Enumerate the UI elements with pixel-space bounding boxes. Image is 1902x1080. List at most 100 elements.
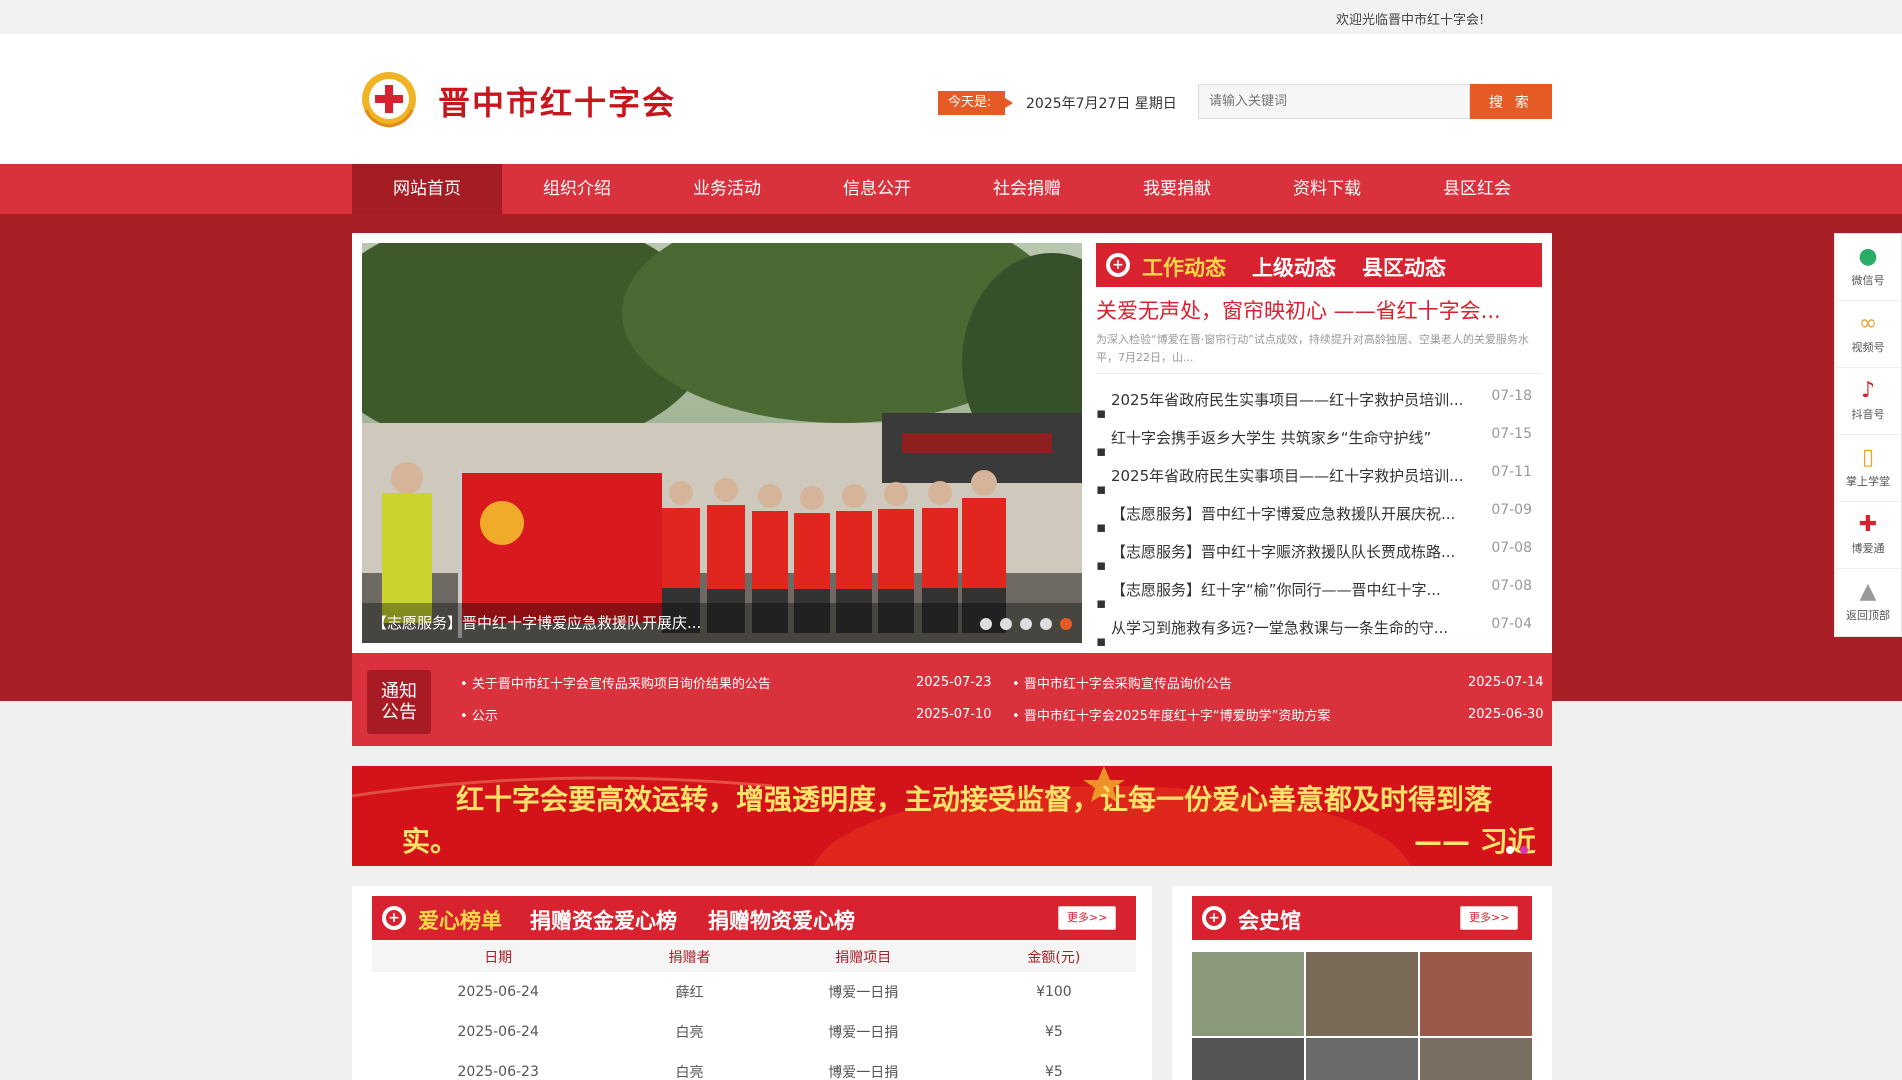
- more-button[interactable]: 更多>>: [1058, 906, 1117, 930]
- slider-dot[interactable]: [1040, 618, 1052, 630]
- news-title[interactable]: 红十字会携手返乡大学生 共筑家乡“生命守护线”: [1111, 420, 1491, 456]
- banner-dot-active[interactable]: [1520, 846, 1528, 854]
- table-cell: 白亮: [675, 1065, 704, 1080]
- history-photo[interactable]: [1192, 952, 1304, 1036]
- notice-date: 2025-07-10: [916, 707, 992, 722]
- donation-panel: 爱心榜单 捐赠资金爱心榜 捐赠物资爱心榜 更多>> 日期 捐赠者 捐赠项目 金额…: [352, 886, 1152, 1080]
- news-title[interactable]: 2025年省政府民生实事项目——红十字救护员培训...: [1111, 382, 1491, 418]
- nav-item-donate-now[interactable]: 我要捐献: [1102, 164, 1252, 214]
- header: 晋中市红十字会 今天是: 2025年7月27日 星期日 搜 索: [0, 34, 1902, 164]
- news-date: 07-04: [1491, 616, 1532, 632]
- news-date: 07-11: [1491, 464, 1532, 480]
- top-bar: 欢迎光临晋中市红十字会!: [0, 0, 1902, 34]
- slider-caption[interactable]: 【志愿服务】晋中红十字博爱应急救援队开展庆...: [372, 612, 701, 633]
- welcome-text: 欢迎光临晋中市红十字会!: [1336, 13, 1485, 28]
- news-title[interactable]: 【志愿服务】红十字“榆”你同行——晋中红十字...: [1111, 572, 1491, 608]
- list-item[interactable]: ▪ 从学习到施救有多远?一堂急救课与一条生命的守... 07-04: [1096, 610, 1542, 650]
- history-photo[interactable]: [1420, 952, 1532, 1036]
- tab-goods-list[interactable]: 捐赠物资爱心榜: [708, 905, 855, 935]
- notice-item[interactable]: • 晋中市红十字会采购宣传品询价公告: [1012, 673, 1232, 692]
- notice-title[interactable]: 晋中市红十字会采购宣传品询价公告: [1024, 677, 1232, 692]
- table-cell: 博爱一日捐: [828, 1065, 899, 1080]
- search-button[interactable]: 搜 索: [1470, 84, 1552, 119]
- tab-donation-list[interactable]: 爱心榜单: [418, 905, 502, 935]
- notice-item[interactable]: • 关于晋中市红十字会宣传品采购项目询价结果的公告: [460, 673, 771, 692]
- nav-item-downloads[interactable]: 资料下载: [1252, 164, 1402, 214]
- banner-signature: —— 习近平: [1414, 825, 1536, 866]
- notice-date: 2025-06-30: [1468, 707, 1544, 722]
- sidebar-item-video[interactable]: ∞ 视频号: [1835, 301, 1901, 368]
- sidebar-item-douyin[interactable]: ♪ 抖音号: [1835, 368, 1901, 435]
- nav-item-about[interactable]: 组织介绍: [502, 164, 652, 214]
- list-item[interactable]: ▪ 红十字会携手返乡大学生 共筑家乡“生命守护线” 07-15: [1096, 420, 1542, 460]
- notice-title[interactable]: 晋中市红十字会2025年度红十字“博爱助学”资助方案: [1024, 709, 1331, 724]
- news-title[interactable]: 【志愿服务】晋中红十字赈济救援队队长贾成栋路...: [1111, 534, 1491, 570]
- donation-tabbar: 爱心榜单 捐赠资金爱心榜 捐赠物资爱心榜 更多>>: [372, 896, 1136, 940]
- banner-quote-line2: 实。: [402, 825, 459, 858]
- notice-badge[interactable]: 通知 公告: [367, 670, 431, 734]
- nav-item-home[interactable]: 网站首页: [352, 164, 502, 214]
- nav-item-activities[interactable]: 业务活动: [652, 164, 802, 214]
- tab-superior-news[interactable]: 上级动态: [1252, 252, 1336, 282]
- news-headline[interactable]: 关爱无声处，窗帘映初心 ——省红十字会...: [1096, 295, 1542, 325]
- notice-date: 2025-07-23: [916, 675, 992, 690]
- news-summary: 为深入检验“博爱在晋·窗帘行动”试点成效，持续提升对高龄独居、空巢老人的关爱服务…: [1096, 333, 1529, 364]
- list-item[interactable]: ▪ 【志愿服务】晋中红十字赈济救援队队长贾成栋路... 07-08: [1096, 534, 1542, 574]
- notice-item[interactable]: • 公示: [460, 705, 498, 724]
- search-input[interactable]: [1198, 84, 1470, 119]
- sidebar-item-mobile[interactable]: ▯ 掌上学堂: [1835, 435, 1901, 502]
- history-photo[interactable]: [1192, 1038, 1304, 1080]
- slider-dot-active[interactable]: [1060, 618, 1072, 630]
- nav-item-counties[interactable]: 县区红会: [1402, 164, 1552, 214]
- list-item[interactable]: ▪ 2025年省政府民生实事项目——红十字救护员培训... 07-11: [1096, 458, 1542, 498]
- history-photo[interactable]: [1420, 1038, 1532, 1080]
- sidebar-item-back-to-top[interactable]: ▲ 返回顶部: [1835, 569, 1901, 636]
- slider-dot[interactable]: [1020, 618, 1032, 630]
- notice-title[interactable]: 公示: [472, 709, 498, 724]
- table-cell: ¥5: [1044, 1024, 1063, 1040]
- history-title[interactable]: 会史馆: [1238, 905, 1301, 935]
- tab-work-news[interactable]: 工作动态: [1142, 252, 1226, 282]
- tab-county-news[interactable]: 县区动态: [1362, 252, 1446, 282]
- list-item[interactable]: ▪ 2025年省政府民生实事项目——红十字救护员培训... 07-18: [1096, 382, 1542, 422]
- slider-photo[interactable]: [362, 243, 1082, 643]
- column-header: 捐赠者: [624, 942, 755, 972]
- tab-fund-list[interactable]: 捐赠资金爱心榜: [530, 905, 677, 935]
- sidebar-item-boai[interactable]: ✚ 博爱通: [1835, 502, 1901, 569]
- quote-banner[interactable]: 红十字会要高效运转，增强透明度，主动接受监督，让每一份爱心善意都及时得到落 实。…: [352, 766, 1552, 866]
- news-title[interactable]: 2025年省政府民生实事项目——红十字救护员培训...: [1111, 458, 1491, 494]
- red-cross-icon: [1106, 253, 1130, 277]
- slider-dot[interactable]: [980, 618, 992, 630]
- notice-item[interactable]: • 晋中市红十字会2025年度红十字“博爱助学”资助方案: [1012, 705, 1330, 724]
- today-label: 今天是:: [938, 91, 1014, 115]
- site-title[interactable]: 晋中市红十字会: [438, 78, 676, 124]
- sidebar-item-wechat[interactable]: ● 微信号: [1835, 234, 1901, 301]
- notice-title[interactable]: 关于晋中市红十字会宣传品采购项目询价结果的公告: [472, 677, 771, 692]
- nav-item-disclosure[interactable]: 信息公开: [802, 164, 952, 214]
- table-cell: 博爱一日捐: [828, 985, 899, 1001]
- red-cross-icon: [382, 906, 406, 930]
- more-button[interactable]: 更多>>: [1460, 906, 1519, 930]
- news-date: 07-08: [1491, 540, 1532, 556]
- table-cell: 博爱一日捐: [828, 1025, 899, 1041]
- slider-dot[interactable]: [1000, 618, 1012, 630]
- banner-quote-line1: 红十字会要高效运转，增强透明度，主动接受监督，让每一份爱心善意都及时得到落: [456, 783, 1493, 816]
- table-cell: 薛红: [675, 985, 704, 1001]
- sidebar-item-label: 博爱通: [1851, 542, 1885, 555]
- douyin-icon: ♪: [1860, 378, 1876, 403]
- banner-dot[interactable]: [1506, 846, 1514, 854]
- table-cell: ¥5: [1044, 1064, 1063, 1080]
- table-header-row: 日期 捐赠者 捐赠项目 金额(元): [372, 942, 1136, 972]
- list-item[interactable]: ▪ 【志愿服务】晋中红十字博爱应急救援队开展庆祝... 07-09: [1096, 496, 1542, 536]
- mobile-icon: ▯: [1861, 445, 1875, 470]
- sidebar-item-label: 掌上学堂: [1846, 475, 1890, 488]
- history-photo[interactable]: [1306, 952, 1418, 1036]
- video-channel-icon: ∞: [1858, 311, 1878, 336]
- nav-item-donation[interactable]: 社会捐赠: [952, 164, 1102, 214]
- image-slider[interactable]: 【志愿服务】晋中红十字博爱应急救援队开展庆...: [362, 243, 1082, 643]
- list-item[interactable]: ▪ 【志愿服务】红十字“榆”你同行——晋中红十字... 07-08: [1096, 572, 1542, 612]
- news-title[interactable]: 从学习到施救有多远?一堂急救课与一条生命的守...: [1111, 610, 1491, 646]
- red-cross-logo-icon[interactable]: [360, 70, 418, 128]
- news-title[interactable]: 【志愿服务】晋中红十字博爱应急救援队开展庆祝...: [1111, 496, 1491, 532]
- history-photo[interactable]: [1306, 1038, 1418, 1080]
